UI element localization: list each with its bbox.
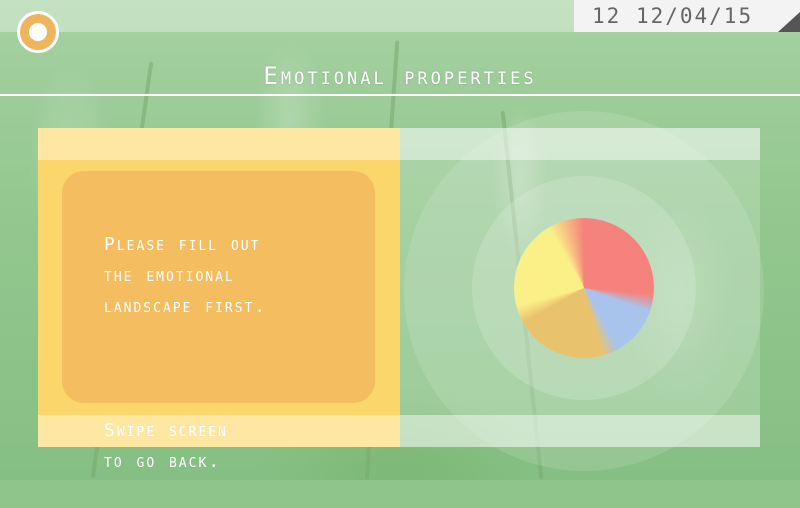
date-display: 12 12/04/15 bbox=[574, 0, 800, 32]
page-title: Emotional properties bbox=[263, 62, 537, 90]
date-text: 12/04/15 bbox=[635, 4, 754, 28]
day-number: 12 bbox=[592, 4, 622, 28]
message-swipe-hint: Swipe screen to go back. bbox=[104, 420, 228, 472]
corner-triangle-icon bbox=[778, 12, 800, 32]
message-instruction: Please fill out the emotional landscape … bbox=[104, 234, 268, 317]
message-text: Please fill out the emotional landscape … bbox=[104, 198, 364, 508]
home-circle-icon bbox=[29, 23, 47, 41]
emotion-wheel-icon[interactable] bbox=[514, 218, 654, 358]
left-panel-top-strip bbox=[38, 128, 400, 160]
home-button[interactable] bbox=[17, 11, 59, 53]
title-divider bbox=[0, 94, 800, 96]
